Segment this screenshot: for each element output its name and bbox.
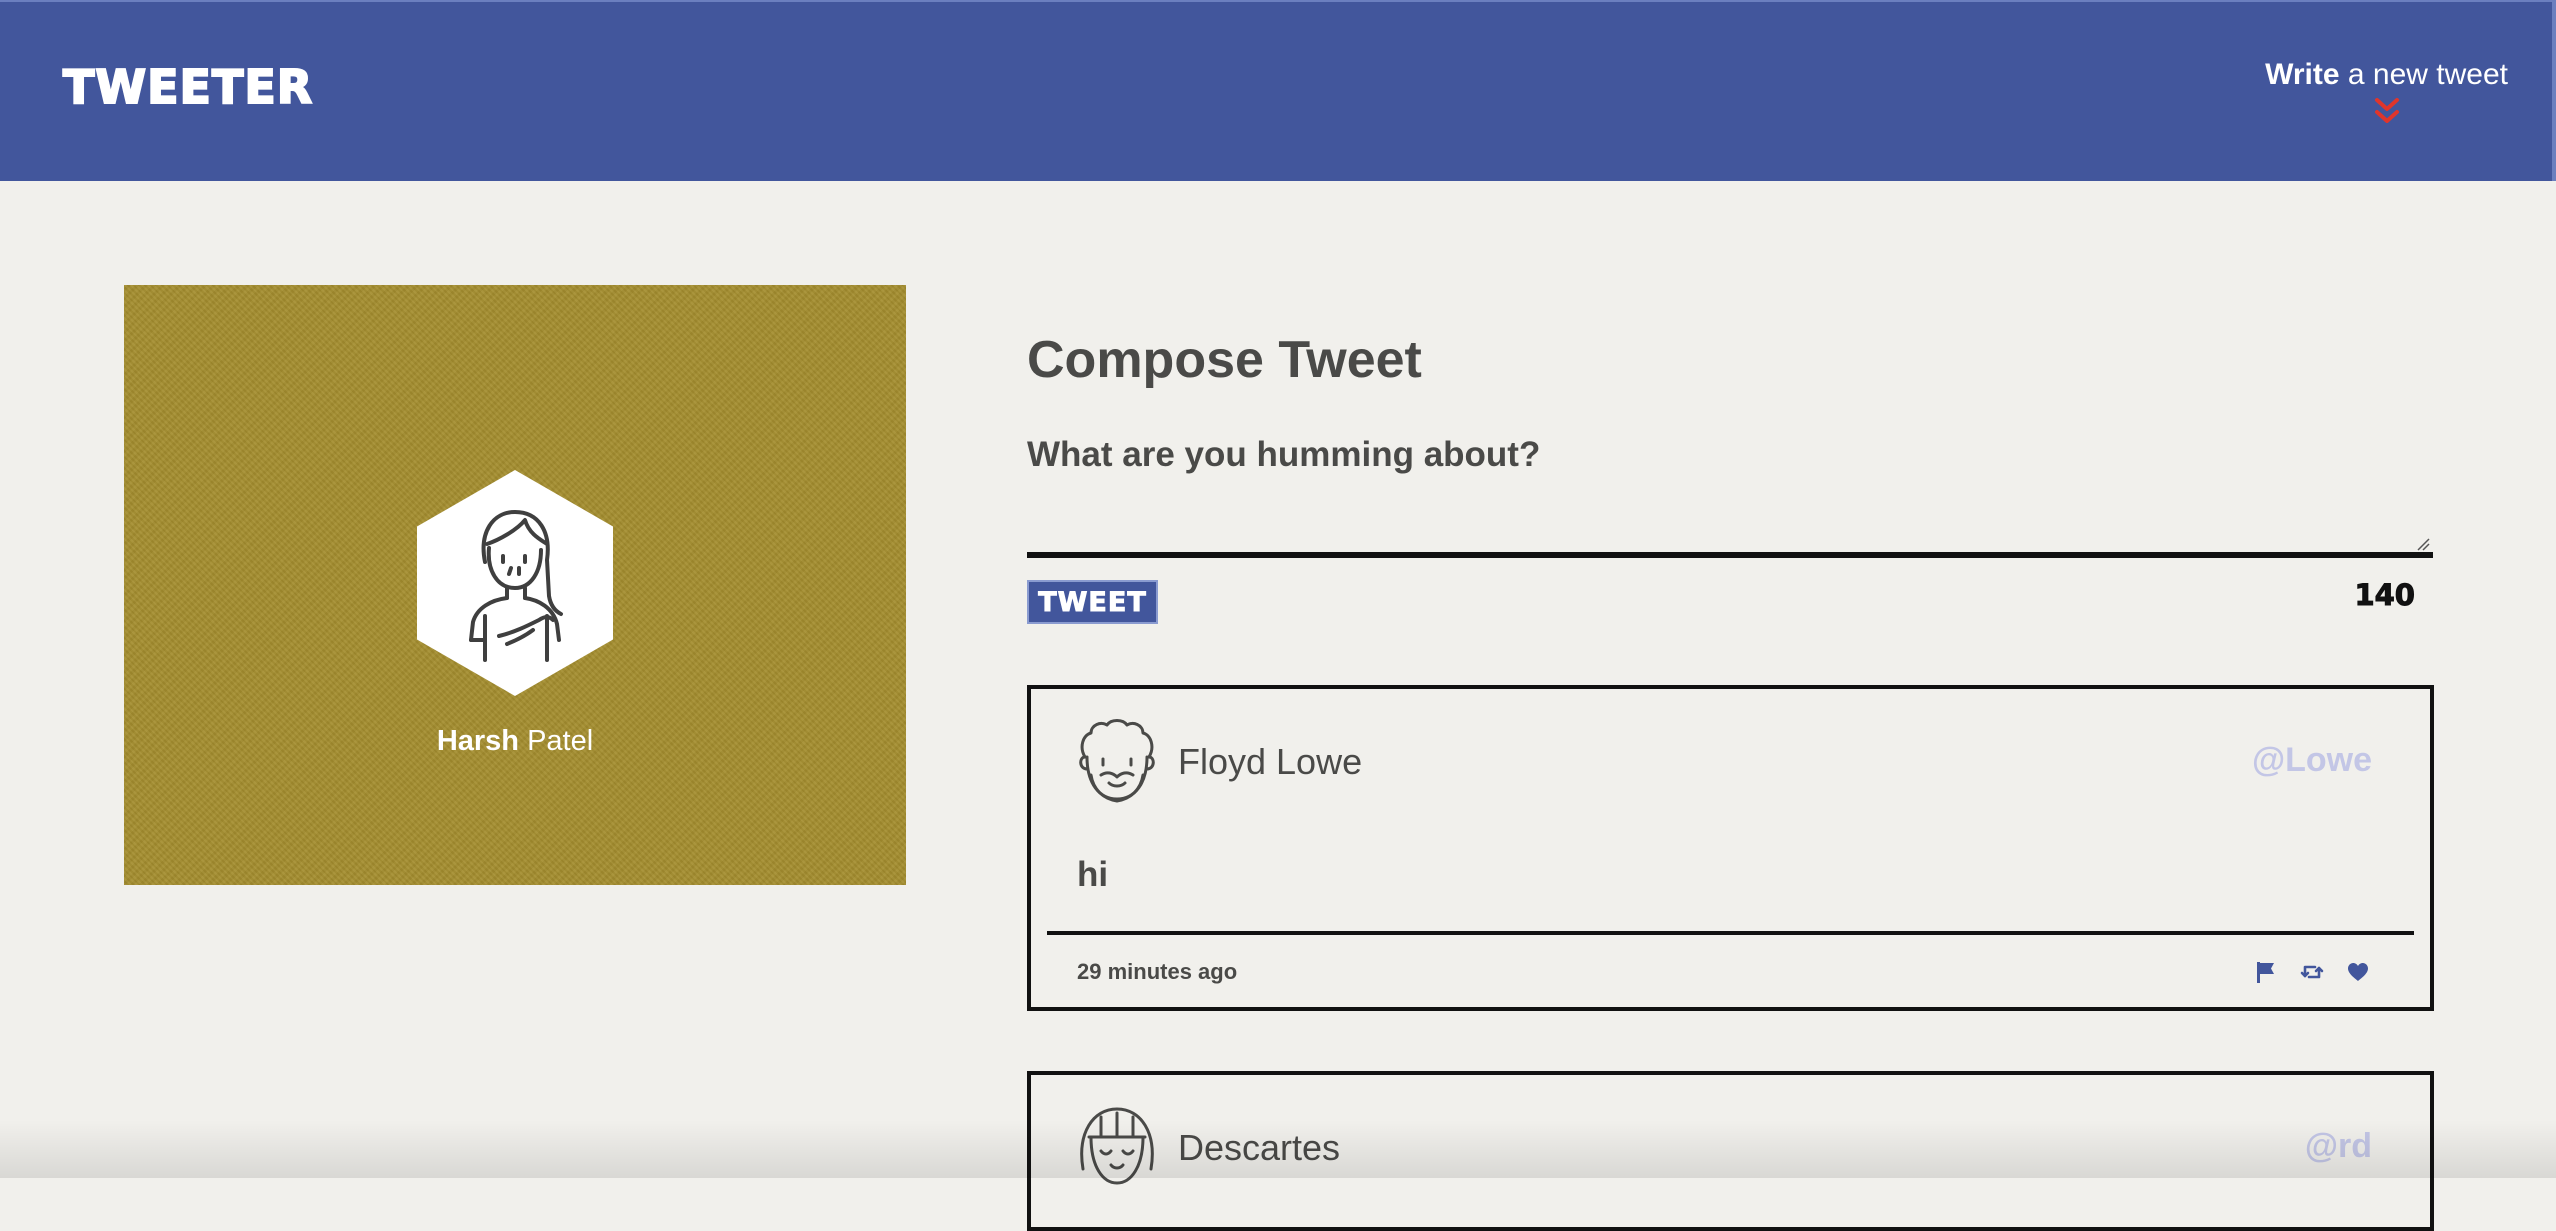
resize-handle-icon[interactable]: [2416, 537, 2430, 551]
girl-avatar-icon: [469, 510, 563, 662]
tweet-textarea[interactable]: [1027, 500, 2433, 558]
girl-bangs-avatar-icon: [1080, 1107, 1154, 1185]
compose-prompt-label: What are you humming about?: [1027, 435, 1541, 474]
write-new-tweet-toggle[interactable]: Write a new tweet: [2265, 58, 2508, 128]
tweet-timestamp: 29 minutes ago: [1077, 959, 1238, 984]
profile-last-name: Patel: [519, 725, 594, 757]
top-nav: TWEETER Write a new tweet: [0, 0, 2556, 181]
tweet-card: Floyd Lowe @Lowe hi 29 minutes ago: [1027, 685, 2434, 1011]
profile-name: Harsh Patel: [124, 725, 906, 758]
flag-icon[interactable]: [2254, 960, 2278, 984]
heart-icon[interactable]: [2346, 960, 2370, 984]
bearded-man-avatar-icon: [1079, 719, 1155, 803]
tweet-content: hi: [1077, 855, 1109, 894]
compose-title: Compose Tweet: [1027, 331, 1422, 389]
new-tweet-label: a new tweet: [2339, 58, 2508, 91]
tweet-author-handle: @rd: [2304, 1127, 2372, 1165]
brand-logo[interactable]: TWEETER: [62, 59, 313, 115]
tweet-author-name: Descartes: [1178, 1127, 1341, 1168]
double-chevron-down-icon: [2374, 98, 2399, 123]
tweet-author-name: Floyd Lowe: [1178, 741, 1363, 782]
write-label: Write: [2265, 58, 2340, 91]
tweet-divider: [1047, 931, 2414, 935]
tweet-actions: [2254, 959, 2370, 985]
profile-card: Harsh Patel: [124, 285, 906, 885]
tweet-author-handle: @Lowe: [2251, 741, 2372, 779]
tweet-card: Descartes @rd: [1027, 1071, 2434, 1231]
character-counter: 140: [2354, 578, 2416, 613]
tweet-submit-button[interactable]: TWEET: [1027, 580, 1158, 624]
retweet-icon[interactable]: [2300, 960, 2324, 984]
profile-first-name: Harsh: [436, 725, 520, 757]
avatar-hexagon: [417, 470, 613, 696]
